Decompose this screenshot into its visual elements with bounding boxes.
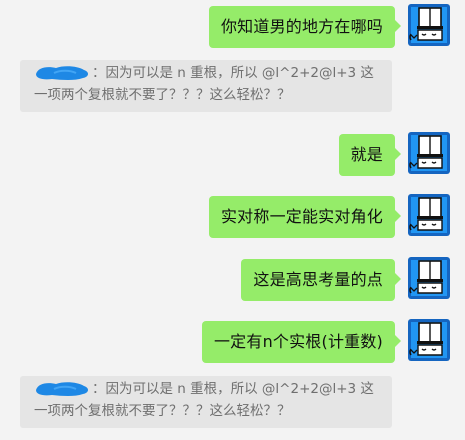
quote-text-line2: 一项两个复根就不要了？？？这么轻松？？ xyxy=(34,403,291,419)
avatar[interactable] xyxy=(408,194,450,236)
redacted-name-icon xyxy=(34,66,90,80)
quote-text-line1: ：因为可以是 n 重根，所以 @l^2+2@l+3 这 xyxy=(92,381,374,397)
quoted-message[interactable]: ：因为可以是 n 重根，所以 @l^2+2@l+3 这 一项两个复根就不要了？？… xyxy=(20,376,392,428)
quoted-message[interactable]: ：因为可以是 n 重根，所以 @l^2+2@l+3 这 一项两个复根就不要了？？… xyxy=(20,60,392,112)
message-text: 就是 xyxy=(350,145,383,164)
message-bubble[interactable]: 实对称一定能实对角化 xyxy=(208,196,402,238)
avatar[interactable] xyxy=(408,4,450,46)
avatar[interactable] xyxy=(408,257,450,299)
avatar-icon xyxy=(408,132,450,174)
message-text: 你知道男的地方在哪吗 xyxy=(220,17,383,36)
avatar-icon xyxy=(408,319,450,361)
message-bubble[interactable]: 一定有n个实根(计重数) xyxy=(201,321,402,363)
avatar-icon xyxy=(408,4,450,46)
avatar-icon xyxy=(408,194,450,236)
avatar[interactable] xyxy=(408,319,450,361)
message-bubble[interactable]: 这是高思考量的点 xyxy=(241,259,401,301)
avatar-icon xyxy=(408,257,450,299)
message-bubble[interactable]: 你知道男的地方在哪吗 xyxy=(208,6,402,48)
quote-text-line1: ：因为可以是 n 重根，所以 @l^2+2@l+3 这 xyxy=(92,65,374,81)
avatar[interactable] xyxy=(408,132,450,174)
message-bubble[interactable]: 就是 xyxy=(338,134,402,176)
quote-text-line2: 一项两个复根就不要了？？？这么轻松？？ xyxy=(34,87,291,103)
message-text: 一定有n个实根(计重数) xyxy=(213,332,383,351)
message-text: 实对称一定能实对角化 xyxy=(220,207,383,226)
message-text: 这是高思考量的点 xyxy=(253,270,383,289)
redacted-name-icon xyxy=(34,382,90,396)
